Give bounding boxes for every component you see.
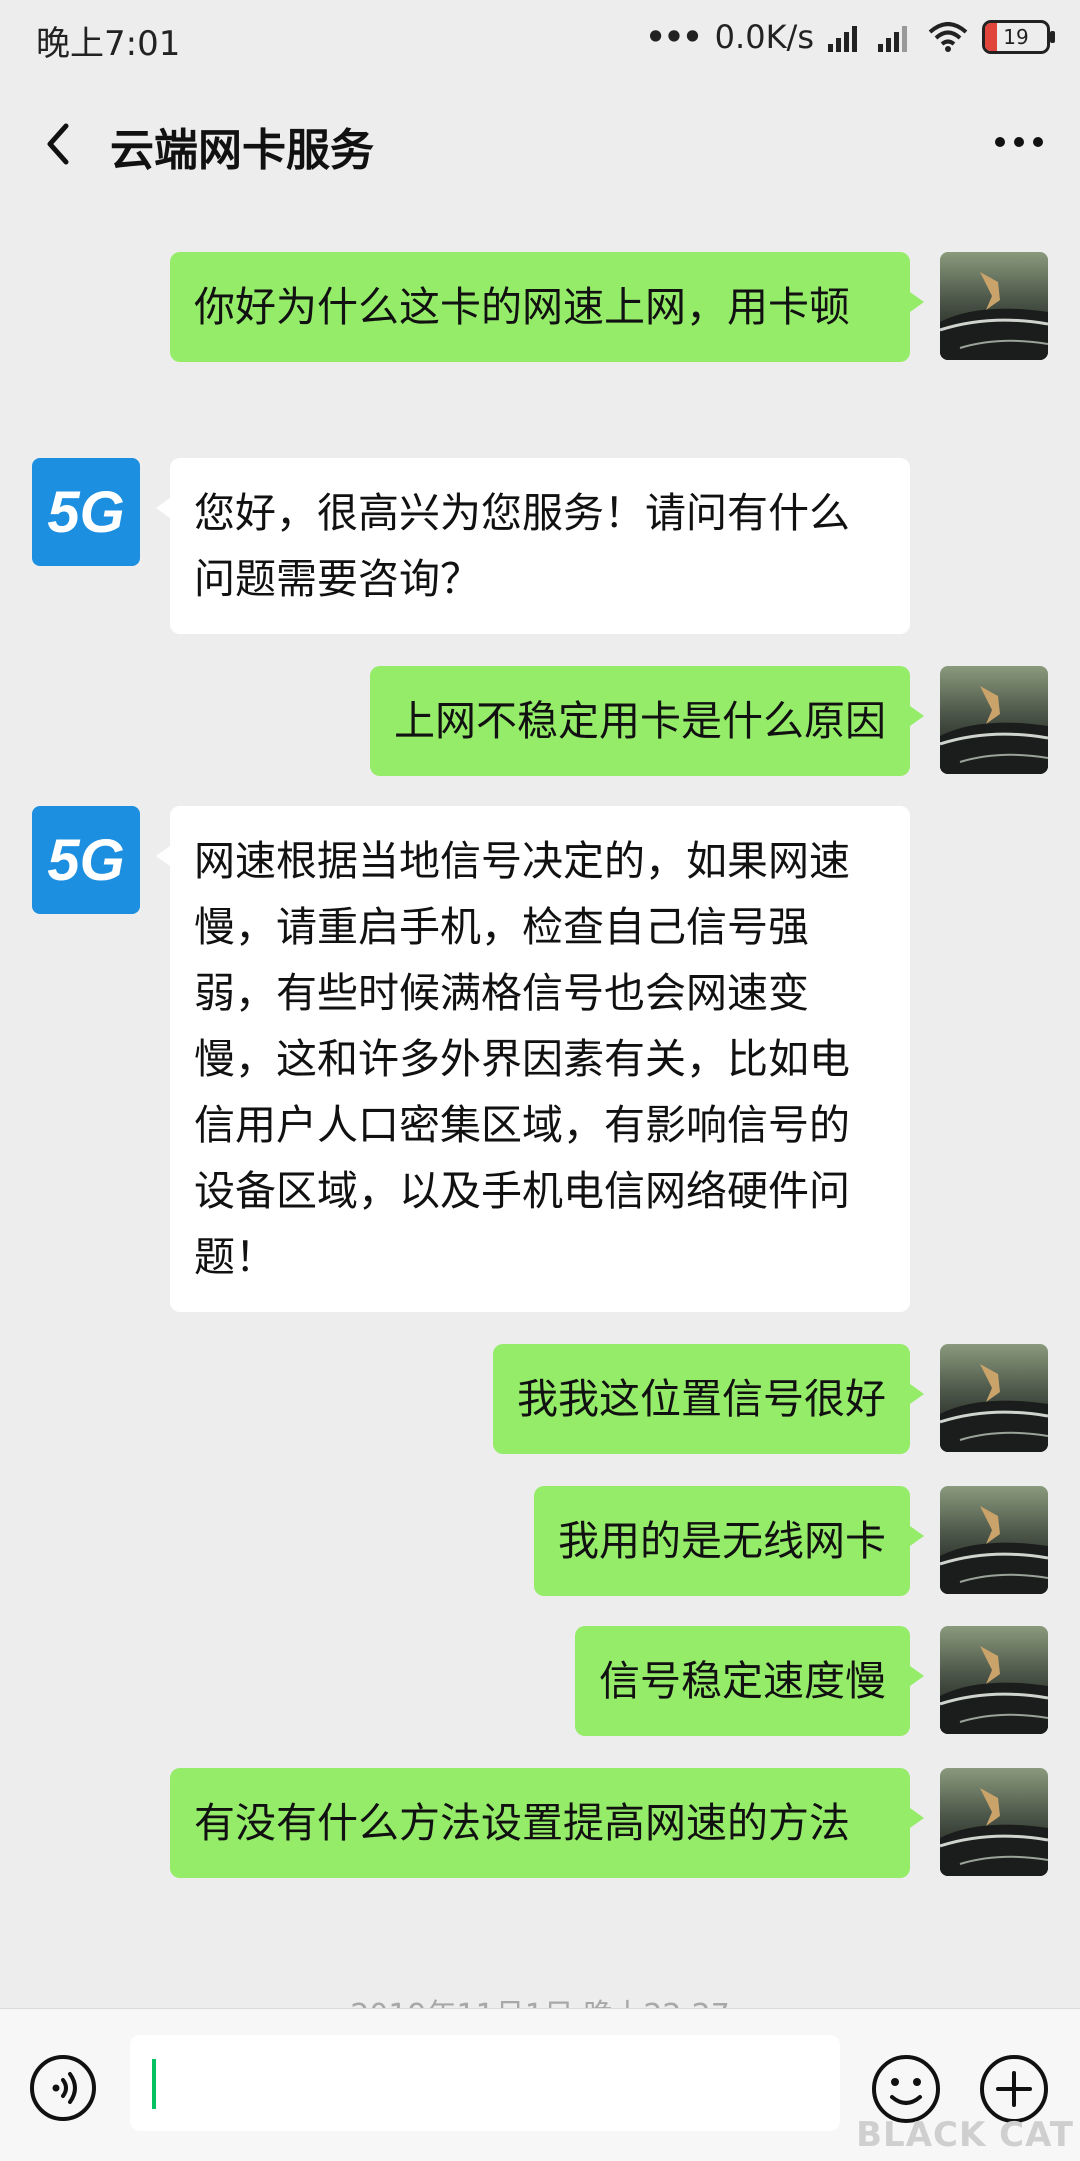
message-input[interactable] — [130, 2035, 840, 2131]
status-time: 晚上7:01 — [36, 24, 181, 64]
message-bubble-self[interactable]: 信号稳定速度慢 — [575, 1626, 924, 1736]
avatar-self[interactable] — [940, 1768, 1048, 1876]
chat-input-bar: BLACK CAT — [0, 2008, 1080, 2161]
avatar-self[interactable] — [940, 1486, 1048, 1594]
message-bubble-self[interactable]: 我用的是无线网卡 — [534, 1486, 924, 1596]
signal-icon-2 — [878, 26, 907, 52]
message-bubble-self[interactable]: 有没有什么方法设置提高网速的方法 — [170, 1768, 924, 1878]
chevron-left-icon[interactable] — [36, 114, 86, 174]
avatar-bot-5g[interactable]: 5G — [32, 806, 140, 914]
watermark: BLACK CAT — [856, 2115, 1074, 2155]
notification-dots-icon: ••• — [645, 18, 702, 56]
chat-title: 云端网卡服务 — [110, 125, 374, 176]
message-bubble-self[interactable]: 我我这位置信号很好 — [493, 1344, 924, 1454]
status-indicators: ••• 0.0K/s 19 — [645, 14, 1055, 60]
battery-percent: 19 — [1003, 25, 1029, 49]
avatar-self[interactable] — [940, 1626, 1048, 1734]
message-bubble-bot[interactable]: 您好，很高兴为您服务！请问有什么问题需要咨询？ — [156, 458, 910, 634]
message-bubble-bot[interactable]: 网速根据当地信号决定的，如果网速慢，请重启手机，检查自己信号强弱，有些时候满格信… — [156, 806, 910, 1312]
wifi-icon — [928, 22, 968, 52]
avatar-self[interactable] — [940, 252, 1048, 360]
text-cursor — [152, 2059, 156, 2109]
status-bar: 晚上7:01 ••• 0.0K/s 19 — [0, 0, 1080, 76]
avatar-bot-5g[interactable]: 5G — [32, 458, 140, 566]
svg-text:5G: 5G — [47, 828, 124, 893]
network-speed: 0.0K/s — [714, 18, 814, 56]
more-dots-icon[interactable] — [994, 132, 1044, 152]
signal-icon — [828, 26, 857, 52]
chat-header: 云端网卡服务 — [0, 76, 1080, 206]
battery-icon: 19 — [982, 20, 1055, 54]
message-bubble-self[interactable]: 你好为什么这卡的网速上网，用卡顿 — [170, 252, 924, 362]
svg-text:5G: 5G — [47, 480, 124, 545]
message-bubble-self[interactable]: 上网不稳定用卡是什么原因 — [370, 666, 924, 776]
avatar-self[interactable] — [940, 1344, 1048, 1452]
battery-level-fill — [985, 23, 997, 51]
voice-icon[interactable] — [28, 2053, 98, 2123]
avatar-self[interactable] — [940, 666, 1048, 774]
